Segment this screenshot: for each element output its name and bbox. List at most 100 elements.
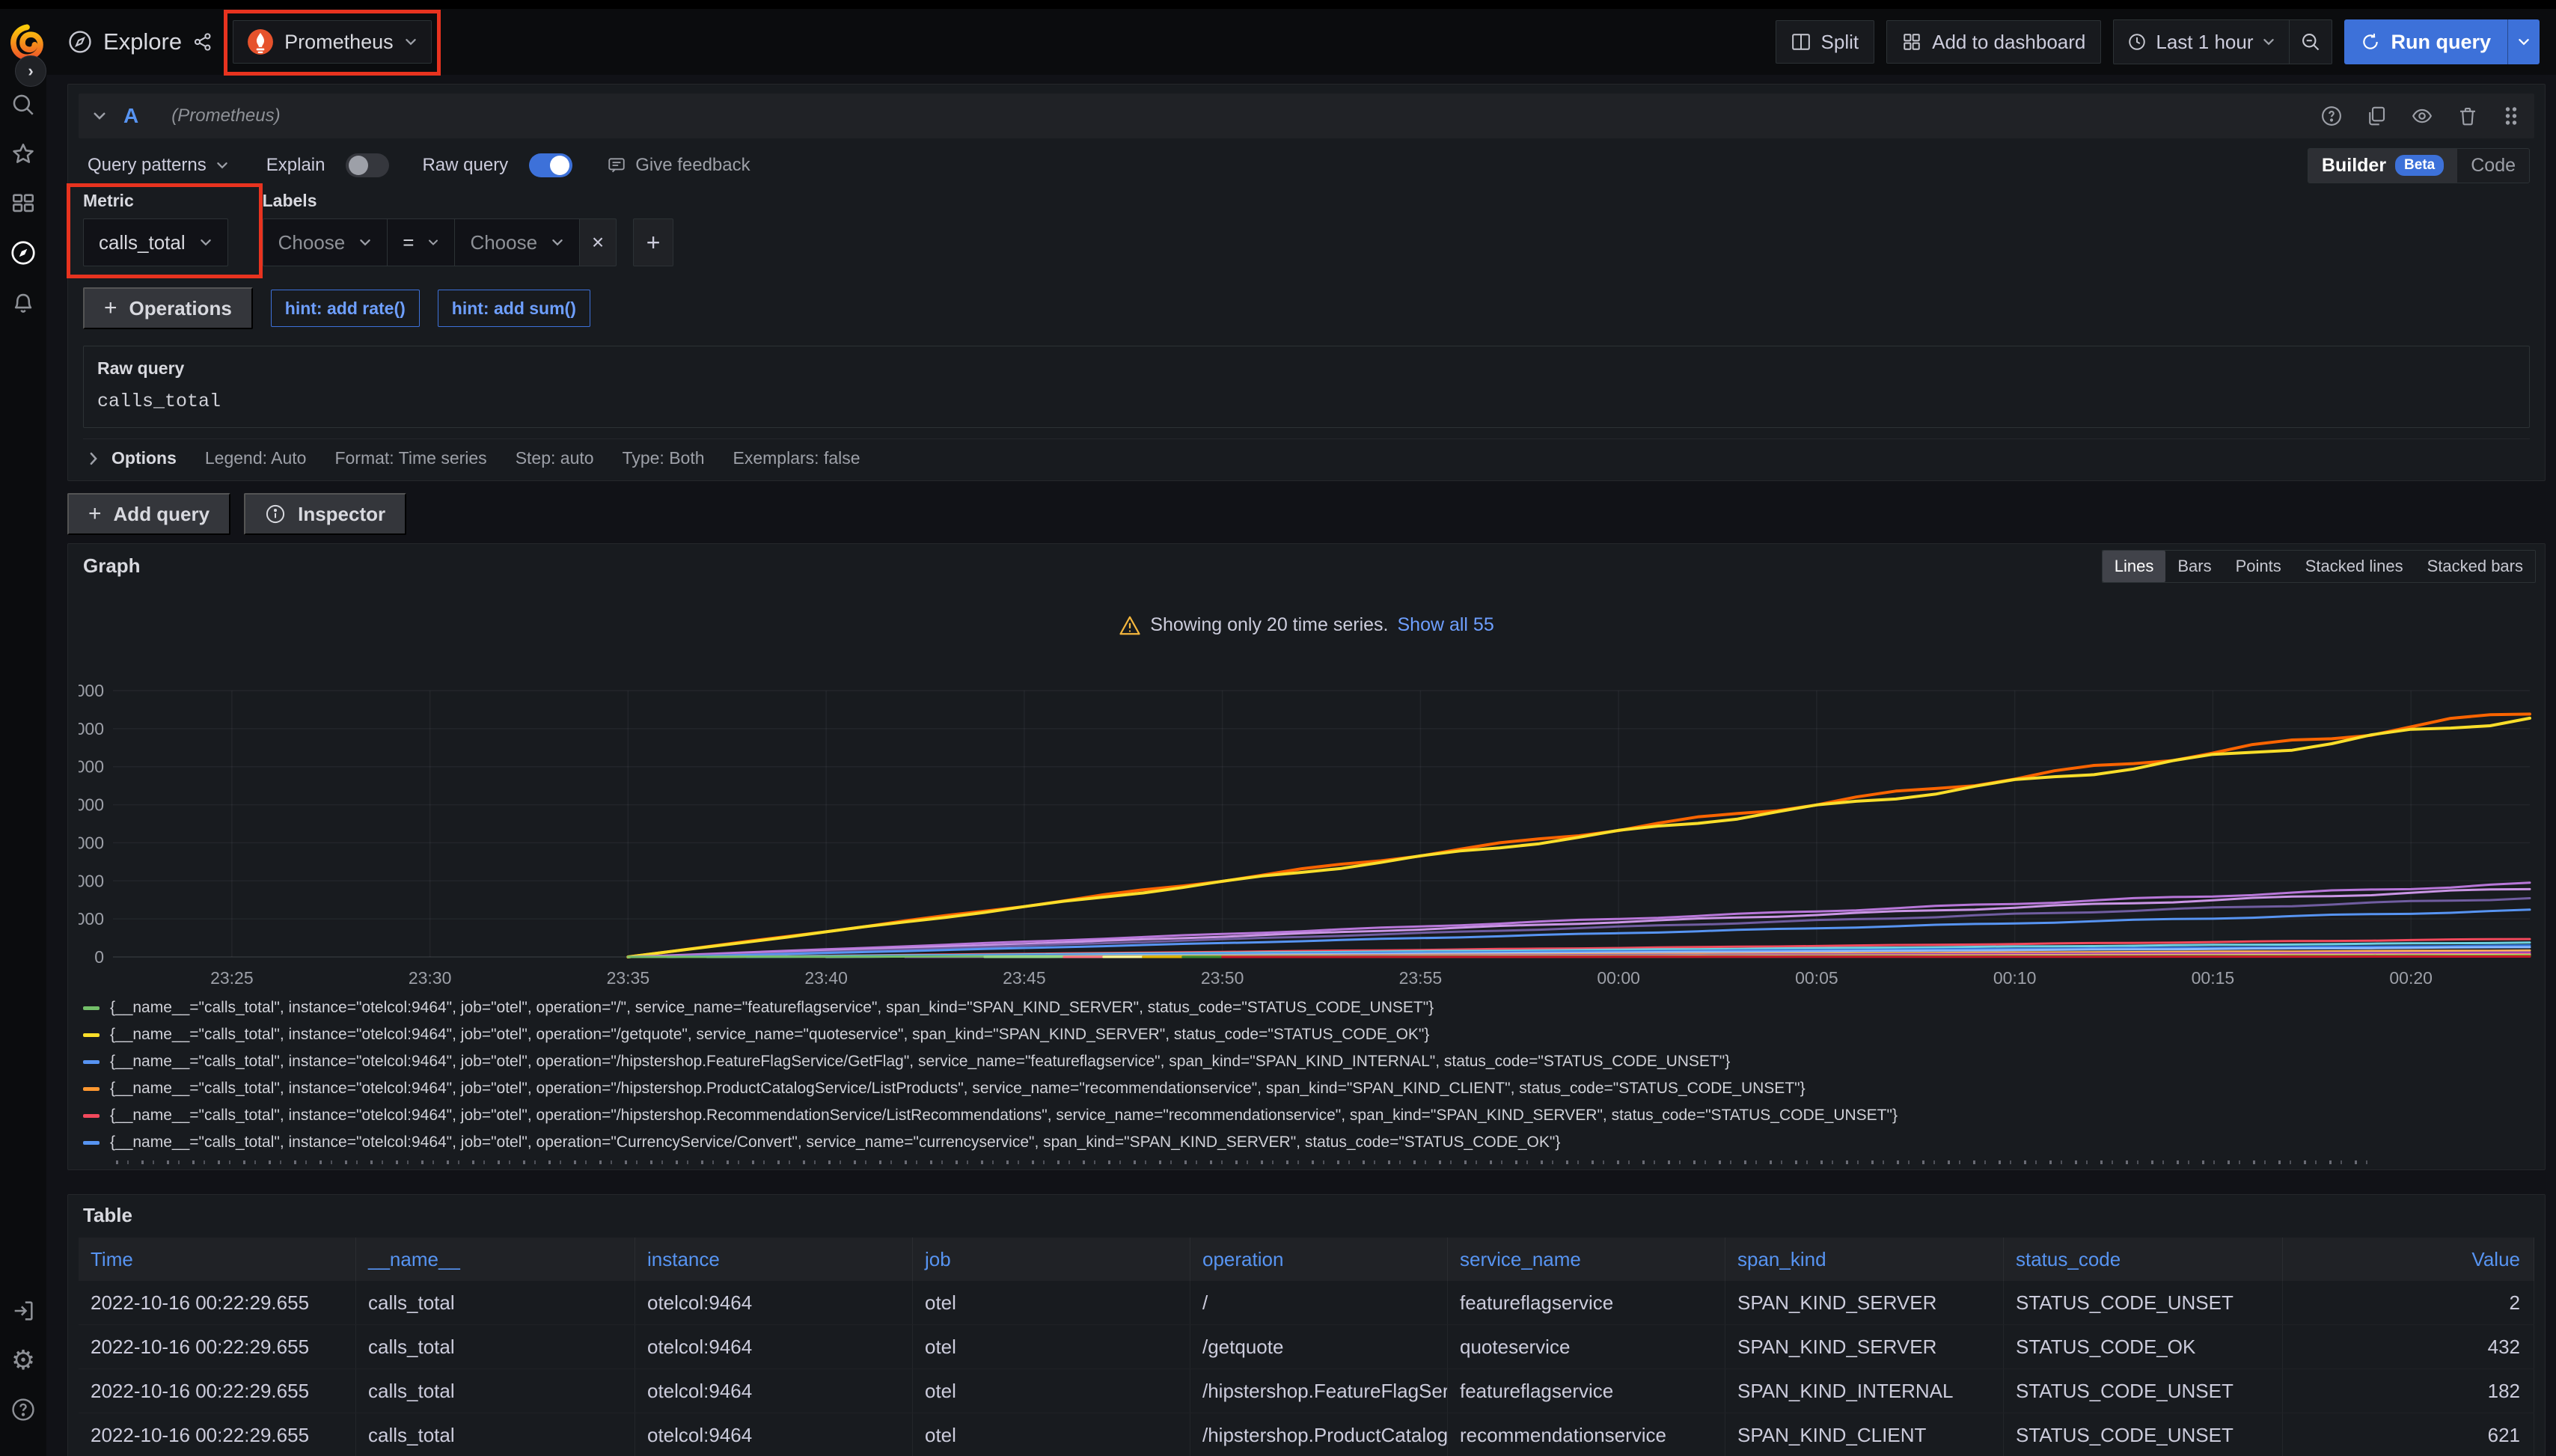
table-cell: otel — [913, 1325, 1190, 1368]
give-feedback-label: Give feedback — [635, 155, 750, 176]
add-query-button[interactable]: + Add query — [67, 493, 230, 535]
datasource-picker[interactable]: Prometheus — [233, 20, 432, 64]
builder-code-switch: Builder Beta Code — [2308, 148, 2530, 183]
copy-query-icon[interactable] — [2365, 105, 2388, 127]
left-sidebar: ⚙ — [0, 75, 46, 1456]
info-circle-icon — [265, 504, 286, 524]
zoom-out-time-button[interactable] — [2289, 20, 2332, 64]
dashboards-icon[interactable] — [10, 190, 37, 217]
label-operator-select[interactable]: = — [388, 218, 455, 266]
add-to-dashboard-button[interactable]: Add to dashboard — [1886, 20, 2101, 64]
collapse-chevron-icon[interactable] — [92, 108, 107, 123]
column-header-value[interactable]: Value — [2283, 1238, 2534, 1281]
legend-series-label: {__name__="calls_total", instance="otelc… — [110, 1134, 1560, 1151]
legend-item[interactable]: {__name__="calls_total", instance="otelc… — [83, 1075, 2534, 1102]
table-row[interactable]: 2022-10-16 00:22:29.655calls_totalotelco… — [79, 1369, 2534, 1413]
split-button[interactable]: Split — [1776, 20, 1875, 64]
column-header-name[interactable]: __name__ — [356, 1238, 635, 1281]
option-summary-item: Step: auto — [516, 448, 594, 468]
inspector-button[interactable]: Inspector — [244, 493, 406, 535]
help-icon[interactable] — [10, 1396, 37, 1423]
add-to-dashboard-label: Add to dashboard — [1932, 31, 2085, 54]
hint-add-sum-button[interactable]: hint: add sum() — [438, 290, 590, 327]
svg-text:23:50: 23:50 — [1201, 968, 1244, 988]
query-options-row[interactable]: Options Legend: AutoFormat: Time seriesS… — [83, 438, 2530, 473]
query-editor-panel: A (Prometheus) — [67, 84, 2546, 481]
beta-badge: Beta — [2395, 155, 2444, 176]
table-cell: 621 — [2283, 1413, 2534, 1456]
search-icon[interactable] — [10, 91, 37, 118]
show-all-series-link[interactable]: Show all 55 — [1397, 614, 1493, 636]
legend-series-label: {__name__="calls_total", instance="otelc… — [110, 1053, 1730, 1071]
builder-label: Builder — [2322, 155, 2386, 177]
star-icon[interactable] — [10, 141, 37, 168]
graph-style-stacked-lines[interactable]: Stacked lines — [2293, 551, 2415, 582]
query-patterns-button[interactable]: Query patterns — [83, 154, 233, 177]
metric-select[interactable]: calls_total — [83, 218, 228, 266]
column-header-operation[interactable]: operation — [1190, 1238, 1448, 1281]
add-label-filter-button[interactable]: + — [633, 218, 673, 266]
graph-style-stacked-bars[interactable]: Stacked bars — [2415, 551, 2535, 582]
sidebar-expand-button[interactable]: › — [15, 55, 46, 87]
run-query-button[interactable]: Run query — [2344, 19, 2507, 64]
column-header-job[interactable]: job — [913, 1238, 1190, 1281]
column-header-statuscode[interactable]: status_code — [2004, 1238, 2283, 1281]
table-cell: otelcol:9464 — [635, 1281, 913, 1324]
table-cell: /hipstershop.FeatureFlagServi... — [1190, 1369, 1448, 1413]
column-header-instance[interactable]: instance — [635, 1238, 913, 1281]
query-ref-id: A — [123, 104, 138, 128]
builder-tab[interactable]: Builder Beta — [2308, 149, 2457, 183]
gear-icon[interactable]: ⚙ — [10, 1347, 37, 1374]
table-cell: otel — [913, 1413, 1190, 1456]
explore-compass-icon[interactable] — [10, 239, 37, 266]
alerting-bell-icon[interactable] — [10, 289, 37, 316]
run-query-label: Run query — [2391, 31, 2491, 54]
column-header-spankind[interactable]: span_kind — [1725, 1238, 2004, 1281]
explain-toggle[interactable] — [346, 153, 389, 177]
label-key-placeholder: Choose — [278, 231, 346, 254]
time-series-chart[interactable]: 0200040006000800010000120001400023:2523:… — [79, 670, 2536, 991]
table-cell: 2022-10-16 00:22:29.655 — [79, 1281, 356, 1324]
option-summary-item: Format: Time series — [334, 448, 486, 468]
hide-response-eye-icon[interactable] — [2410, 105, 2434, 127]
add-operation-button[interactable]: + Operations — [83, 287, 253, 329]
svg-text:23:40: 23:40 — [804, 968, 848, 988]
legend-item[interactable]: {__name__="calls_total", instance="otelc… — [83, 1102, 2534, 1129]
label-value-select[interactable]: Choose — [455, 218, 580, 266]
share-icon[interactable] — [192, 31, 213, 52]
svg-text:6000: 6000 — [79, 833, 104, 852]
graph-style-switcher: LinesBarsPointsStacked linesStacked bars — [2102, 550, 2536, 583]
table-row[interactable]: 2022-10-16 00:22:29.655calls_totalotelco… — [79, 1413, 2534, 1456]
legend-item[interactable]: {__name__="calls_total", instance="otelc… — [83, 1021, 2534, 1048]
code-tab[interactable]: Code — [2457, 149, 2529, 183]
grafana-logo[interactable] — [9, 24, 45, 60]
table-row[interactable]: 2022-10-16 00:22:29.655calls_totalotelco… — [79, 1325, 2534, 1369]
query-row-header[interactable]: A (Prometheus) — [79, 94, 2534, 138]
svg-text:23:30: 23:30 — [409, 968, 452, 988]
hint-add-sum-label: hint: add sum() — [452, 299, 576, 319]
query-help-icon[interactable] — [2320, 105, 2343, 127]
time-range-button[interactable]: Last 1 hour — [2114, 20, 2289, 64]
remove-query-trash-icon[interactable] — [2456, 105, 2479, 127]
graph-style-lines[interactable]: Lines — [2103, 551, 2166, 582]
legend-item[interactable]: {__name__="calls_total", instance="otelc… — [83, 994, 2534, 1021]
legend-item[interactable]: {__name__="calls_total", instance="otelc… — [83, 1048, 2534, 1075]
table-cell: recommendationservice — [1448, 1413, 1725, 1456]
graph-style-bars[interactable]: Bars — [2165, 551, 2223, 582]
remove-label-filter-button[interactable]: × — [580, 218, 617, 266]
sign-in-icon[interactable] — [10, 1297, 37, 1324]
graph-style-points[interactable]: Points — [2224, 551, 2293, 582]
column-header-servicename[interactable]: service_name — [1448, 1238, 1725, 1281]
column-header-time[interactable]: Time — [79, 1238, 356, 1281]
table-cell: STATUS_CODE_OK — [2004, 1325, 2283, 1368]
drag-grip-icon[interactable] — [2501, 105, 2521, 127]
hint-add-rate-button[interactable]: hint: add rate() — [271, 290, 420, 327]
run-query-dropdown[interactable] — [2507, 19, 2540, 64]
raw-query-toggle[interactable] — [529, 153, 572, 177]
label-key-select[interactable]: Choose — [263, 218, 388, 266]
give-feedback-link[interactable]: Give feedback — [607, 155, 750, 176]
table-row[interactable]: 2022-10-16 00:22:29.655calls_totalotelco… — [79, 1281, 2534, 1325]
split-icon — [1791, 33, 1811, 51]
chevron-down-icon — [404, 35, 418, 49]
legend-item[interactable]: {__name__="calls_total", instance="otelc… — [83, 1129, 2534, 1156]
